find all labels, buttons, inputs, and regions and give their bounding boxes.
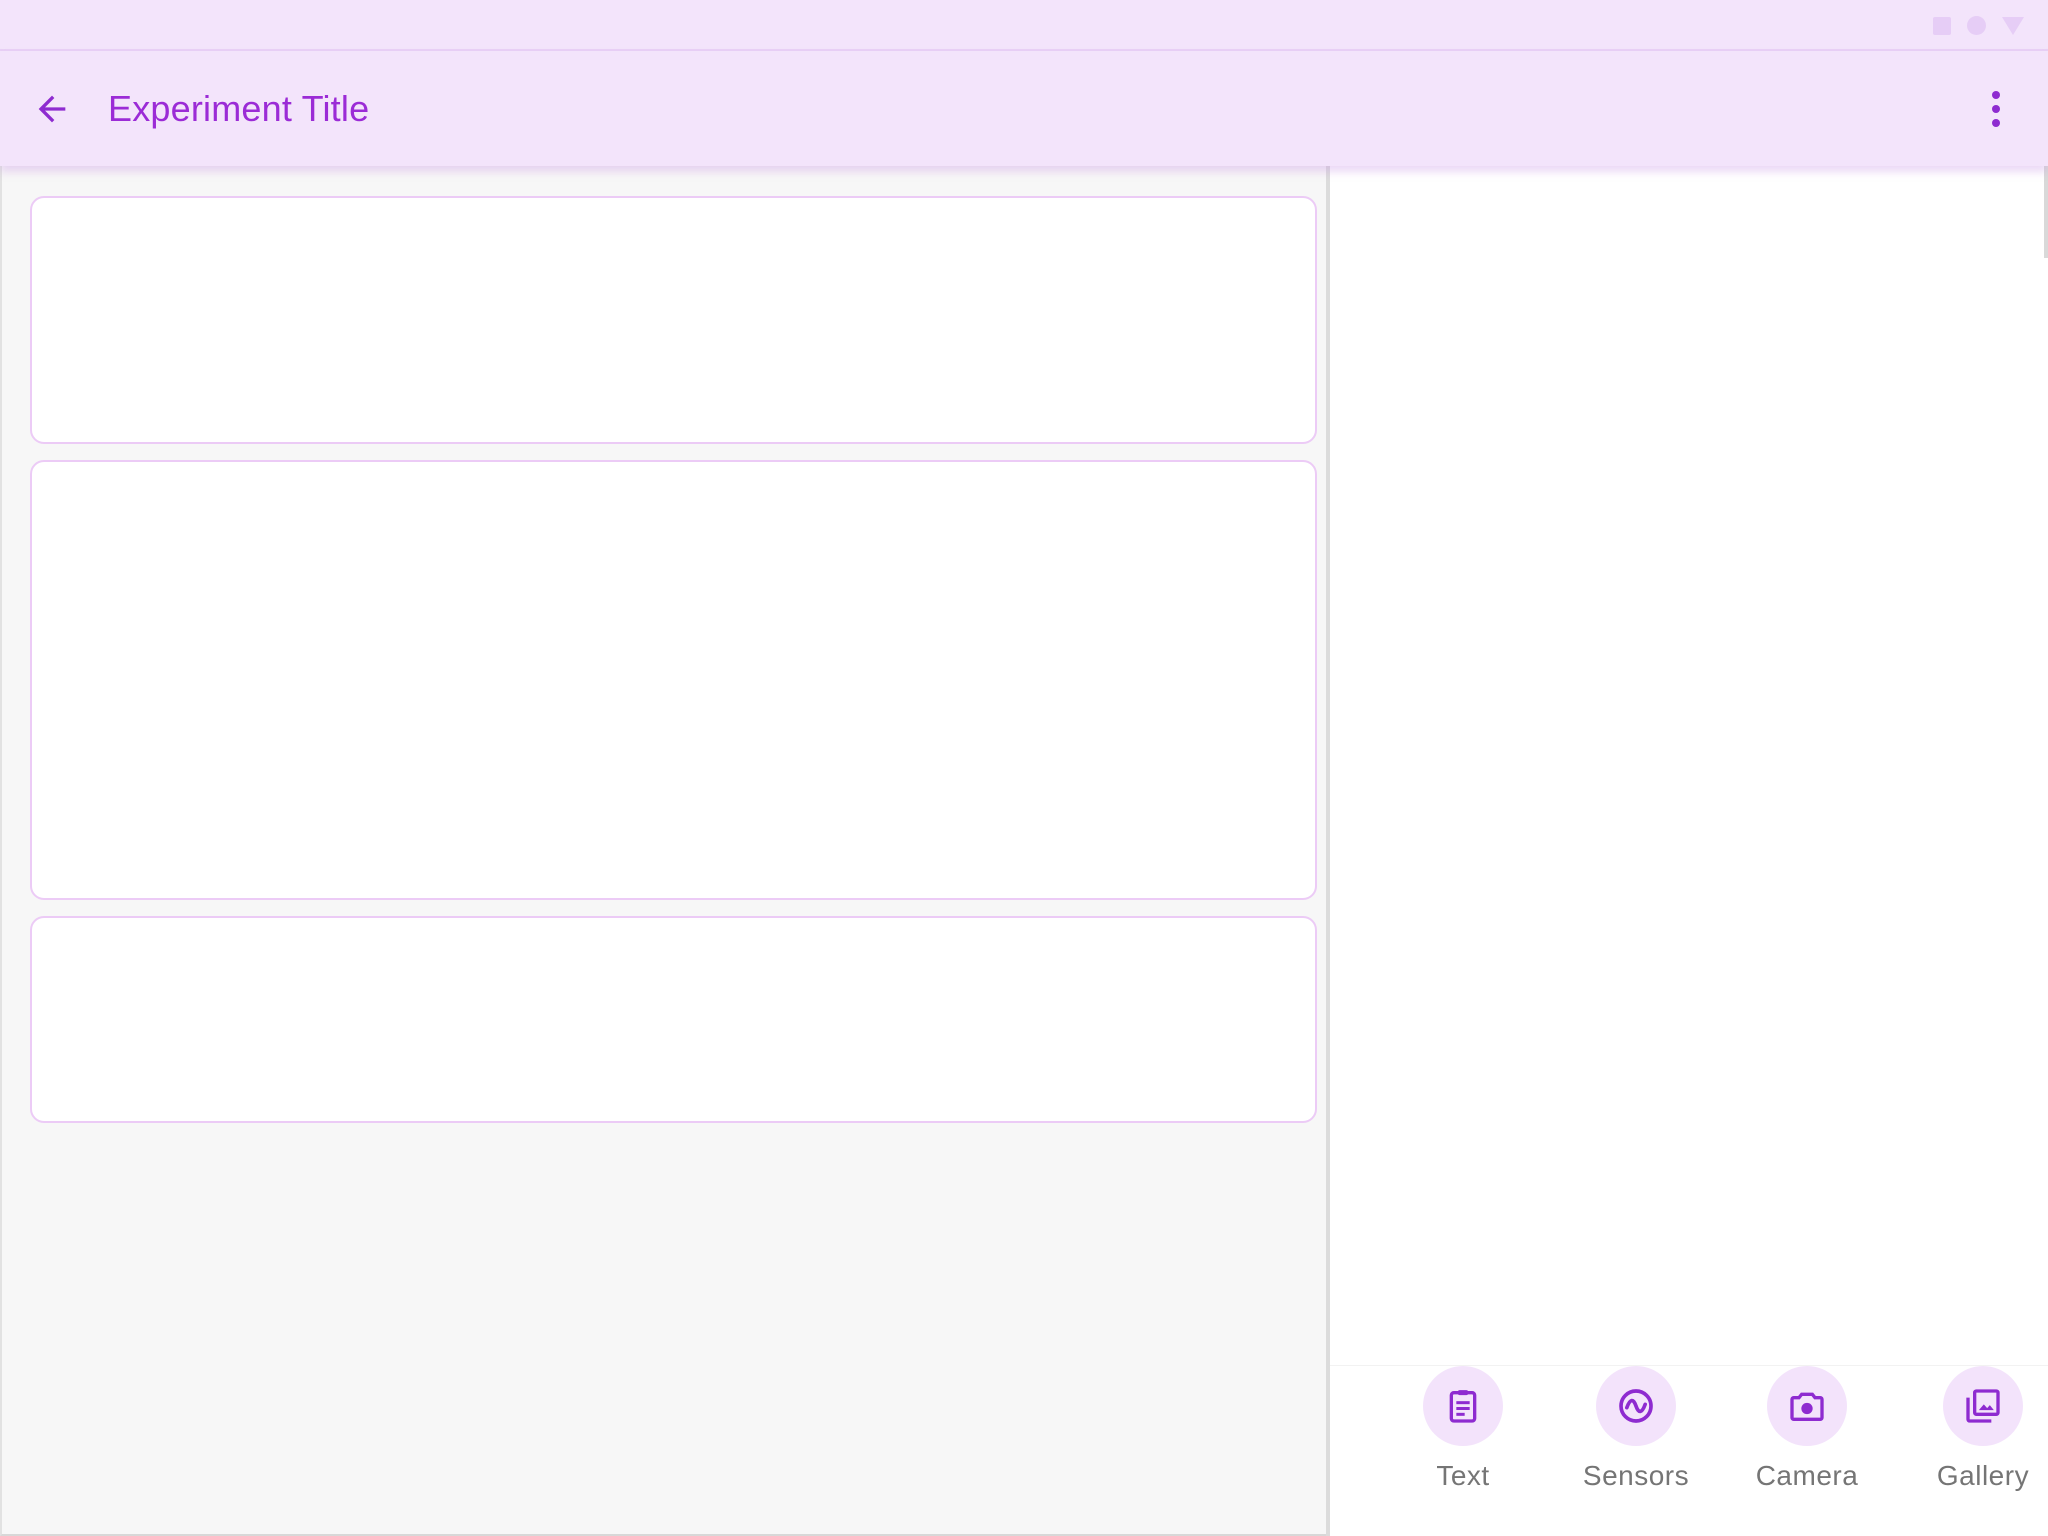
note-card[interactable] (30, 916, 1317, 1123)
arrow-back-icon (38, 95, 66, 123)
action-sensors-button[interactable]: Sensors (1556, 1366, 1716, 1494)
status-icons (1933, 16, 2024, 35)
circle-icon (1967, 16, 1986, 35)
action-label: Gallery (1936, 1460, 2030, 1491)
status-bar (0, 0, 2048, 51)
action-camera-button[interactable]: Camera (1727, 1366, 1887, 1494)
page-title: Experiment Title (108, 88, 370, 129)
action-text-button[interactable]: Text (1383, 1366, 1543, 1494)
note-card[interactable] (30, 460, 1317, 900)
triangle-icon (2002, 16, 2024, 35)
action-circle (1596, 1366, 1676, 1446)
action-circle (1767, 1366, 1847, 1446)
screen: Experiment Title Text Sensors Camera Gal… (0, 0, 2048, 1536)
back-button[interactable] (24, 81, 80, 137)
clipboard-note-icon (1449, 1390, 1477, 1423)
scrollbar[interactable] (2044, 166, 2048, 258)
action-label: Text (1436, 1460, 1490, 1491)
experiment-notes-pane (0, 166, 1328, 1536)
camera-icon (1790, 1392, 1824, 1421)
action-label: Sensors (1582, 1460, 1690, 1491)
note-card[interactable] (30, 196, 1317, 444)
gallery-icon (1966, 1389, 2000, 1423)
action-circle (1943, 1366, 2023, 1446)
square-icon (1933, 16, 1951, 35)
input-pane: Text Sensors Camera Gallery (1330, 166, 2048, 1536)
sensor-wave-icon (1619, 1389, 1653, 1423)
action-gallery-button[interactable]: Gallery (1903, 1366, 2048, 1494)
app-bar: Experiment Title (0, 51, 2048, 166)
more-options-button[interactable] (1968, 79, 2024, 139)
action-bar: Text Sensors Camera Gallery (1330, 1365, 2048, 1536)
more-vert-icon (1992, 91, 2000, 127)
action-circle (1423, 1366, 1503, 1446)
action-label: Camera (1755, 1460, 1859, 1491)
